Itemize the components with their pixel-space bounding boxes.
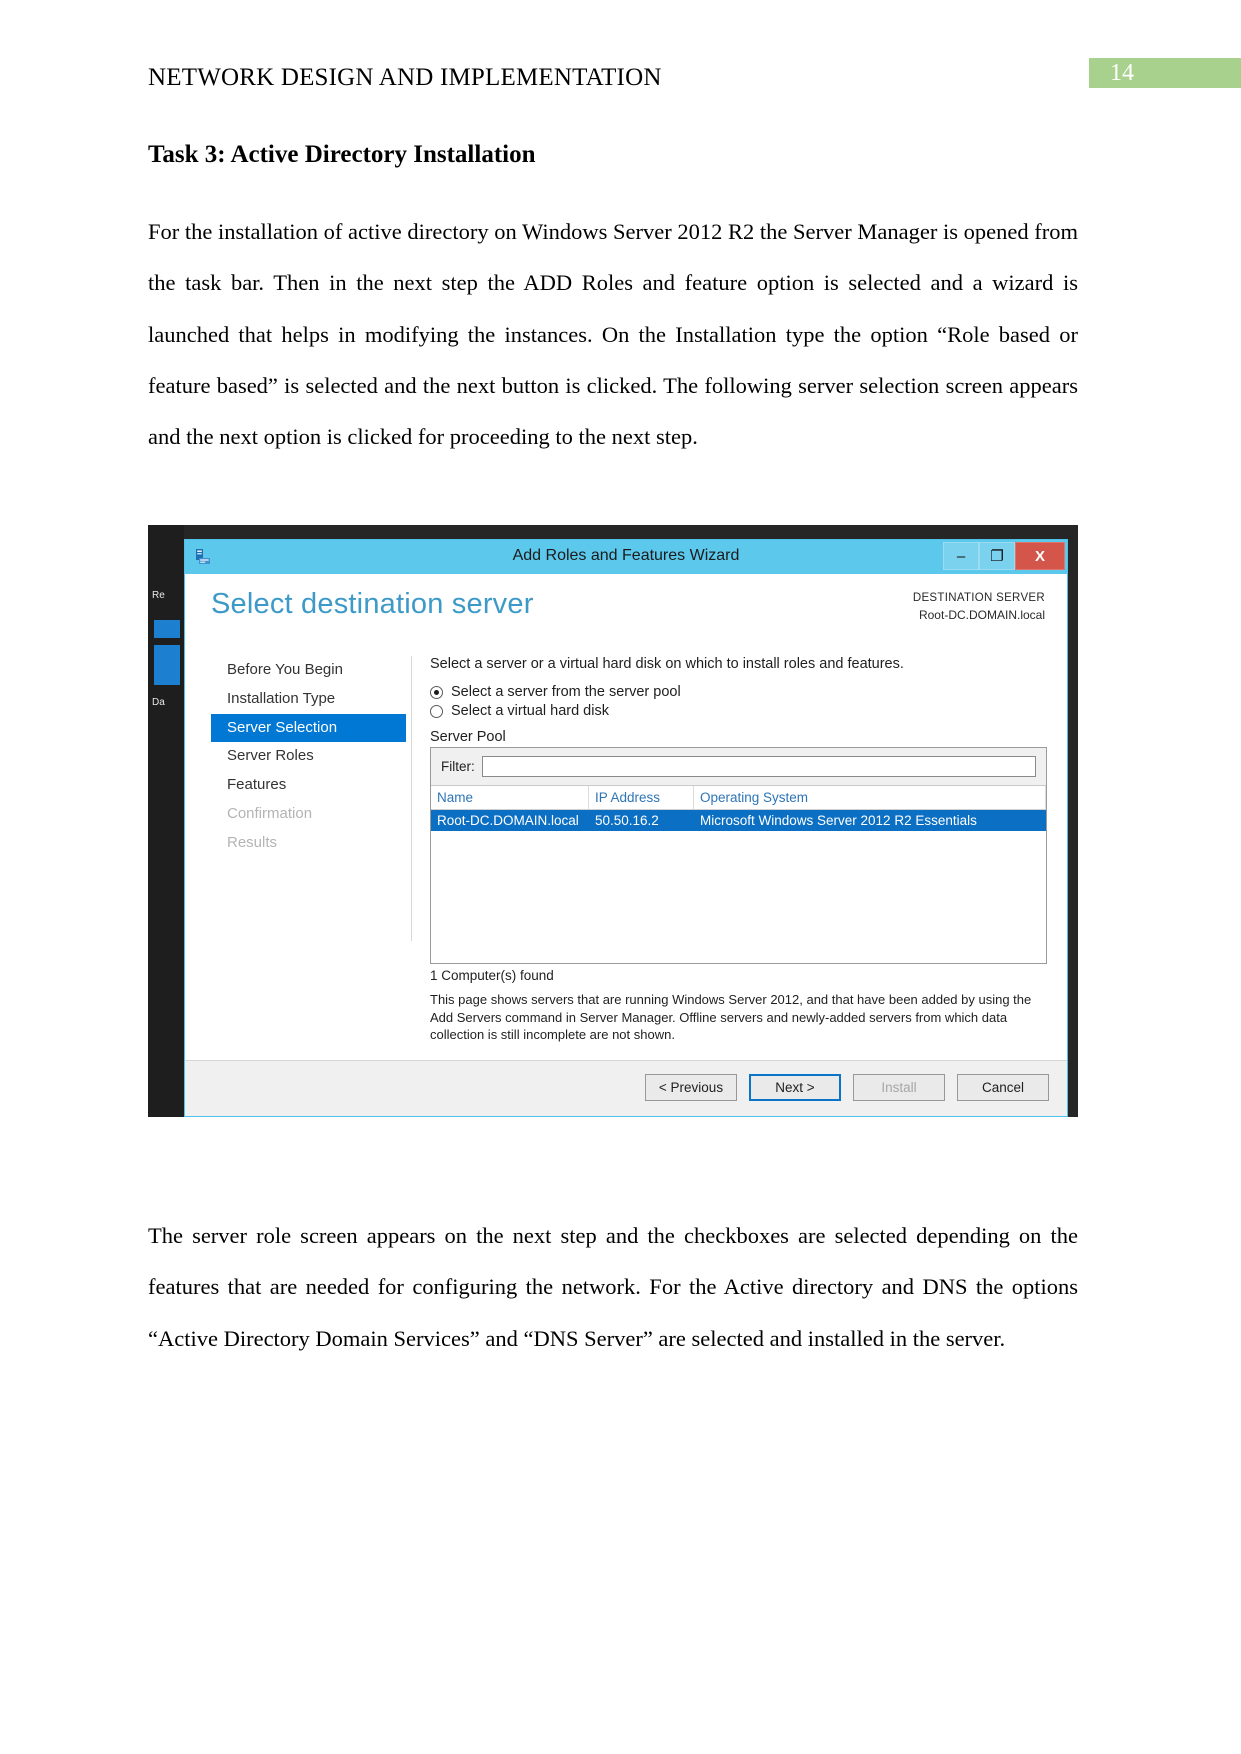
wizard-page-title: Select destination server <box>211 588 534 620</box>
document-body-top: Task 3: Active Directory Installation Fo… <box>148 140 1078 462</box>
nav-item-before-you-begin[interactable]: Before You Begin <box>211 656 406 685</box>
paragraph-2: The server role screen appears on the ne… <box>148 1223 1078 1351</box>
column-header-operating-system[interactable]: Operating System <box>694 786 1046 809</box>
paragraph-1: For the installation of active directory… <box>148 219 1078 450</box>
wizard-title-text: Add Roles and Features Wizard <box>512 547 740 564</box>
document-body-bottom: The server role screen appears on the ne… <box>148 1210 1078 1364</box>
server-pool-label: Server Pool <box>430 729 506 745</box>
page-header: NETWORK DESIGN AND IMPLEMENTATION 14 <box>0 58 1241 104</box>
next-button[interactable]: Next > <box>749 1074 841 1101</box>
column-header-ip-address[interactable]: IP Address <box>589 786 694 809</box>
server-pool-box: Filter: Name IP Address Operating System… <box>430 747 1047 964</box>
nav-item-server-selection[interactable]: Server Selection <box>211 713 406 743</box>
previous-button[interactable]: < Previous <box>645 1074 737 1101</box>
cell-server-name: Root-DC.DOMAIN.local <box>437 813 579 828</box>
cell-server-ip: 50.50.16.2 <box>595 813 659 828</box>
wizard-title-bar[interactable]: Add Roles and Features Wizard – ❐ X <box>185 540 1067 574</box>
destination-server-value: Root-DC.DOMAIN.local <box>918 607 1045 622</box>
add-roles-wizard-window: Add Roles and Features Wizard – ❐ X Sele… <box>184 539 1068 1117</box>
filter-label: Filter: <box>441 759 475 774</box>
install-button: Install <box>853 1074 945 1101</box>
filter-input[interactable] <box>481 756 1036 777</box>
radio-label-server-pool: Select a server from the server pool <box>451 684 681 700</box>
table-row[interactable]: Root-DC.DOMAIN.local 50.50.16.2 Microsof… <box>431 810 1046 831</box>
nav-divider <box>411 656 412 941</box>
nav-item-results: Results <box>227 833 278 851</box>
backdrop-label-2: Da <box>152 697 165 708</box>
page-number-label: 14 <box>1110 60 1134 86</box>
cancel-button[interactable]: Cancel <box>957 1074 1049 1101</box>
nav-item-confirmation: Confirmation <box>227 804 313 822</box>
backdrop-label-1: Re <box>152 590 165 601</box>
radio-option-server-pool[interactable]: Select a server from the server pool <box>430 684 1047 700</box>
pane-note-text: This page shows servers that are running… <box>430 992 1032 1043</box>
filter-bar: Filter: <box>431 748 1046 786</box>
server-manager-backdrop: Re Da <box>148 525 184 1117</box>
wizard-main-pane: Select a server or a virtual hard disk o… <box>430 656 1047 1044</box>
column-header-name[interactable]: Name <box>431 786 589 809</box>
destination-server-block: DESTINATION SERVER Root-DC.DOMAIN.local <box>913 590 1045 624</box>
radio-option-virtual-hard-disk[interactable]: Select a virtual hard disk <box>430 703 1047 719</box>
backdrop-tile-2 <box>154 645 180 685</box>
document-header-title: NETWORK DESIGN AND IMPLEMENTATION <box>148 64 662 91</box>
wizard-footer-buttons: < Previous Next > Install Cancel <box>645 1074 1049 1101</box>
task-heading: Task 3: Active Directory Installation <box>148 141 536 168</box>
cell-server-os: Microsoft Windows Server 2012 R2 Essenti… <box>700 813 977 828</box>
wizard-step-nav: Before You Begin Installation Type Serve… <box>211 656 406 857</box>
minimize-button[interactable]: – <box>943 542 979 570</box>
page-number-badge: 14 <box>1089 58 1241 88</box>
nav-item-server-roles[interactable]: Server Roles <box>211 742 406 771</box>
radio-unselected-icon[interactable] <box>430 704 443 718</box>
maximize-button[interactable]: ❐ <box>979 542 1015 570</box>
server-table-header: Name IP Address Operating System <box>431 786 1046 810</box>
server-table-empty-area <box>431 831 1046 963</box>
close-button[interactable]: X <box>1015 542 1065 570</box>
wizard-hero: Select destination server DESTINATION SE… <box>185 574 1067 646</box>
nav-item-installation-type[interactable]: Installation Type <box>211 685 406 714</box>
destination-server-label: DESTINATION SERVER <box>912 592 1045 604</box>
radio-label-virtual-hard-disk: Select a virtual hard disk <box>451 703 609 719</box>
pane-intro-text: Select a server or a virtual hard disk o… <box>430 656 904 672</box>
embedded-screenshot-figure: Re Da Add Roles and Features Wizard – ❐ … <box>148 525 1078 1117</box>
window-controls: – ❐ X <box>943 542 1065 570</box>
backdrop-tile-1 <box>154 620 180 638</box>
computers-found-text: 1 Computer(s) found <box>430 968 554 983</box>
nav-item-features[interactable]: Features <box>211 771 406 800</box>
radio-selected-icon[interactable] <box>430 685 443 699</box>
wizard-footer: < Previous Next > Install Cancel <box>185 1060 1067 1116</box>
